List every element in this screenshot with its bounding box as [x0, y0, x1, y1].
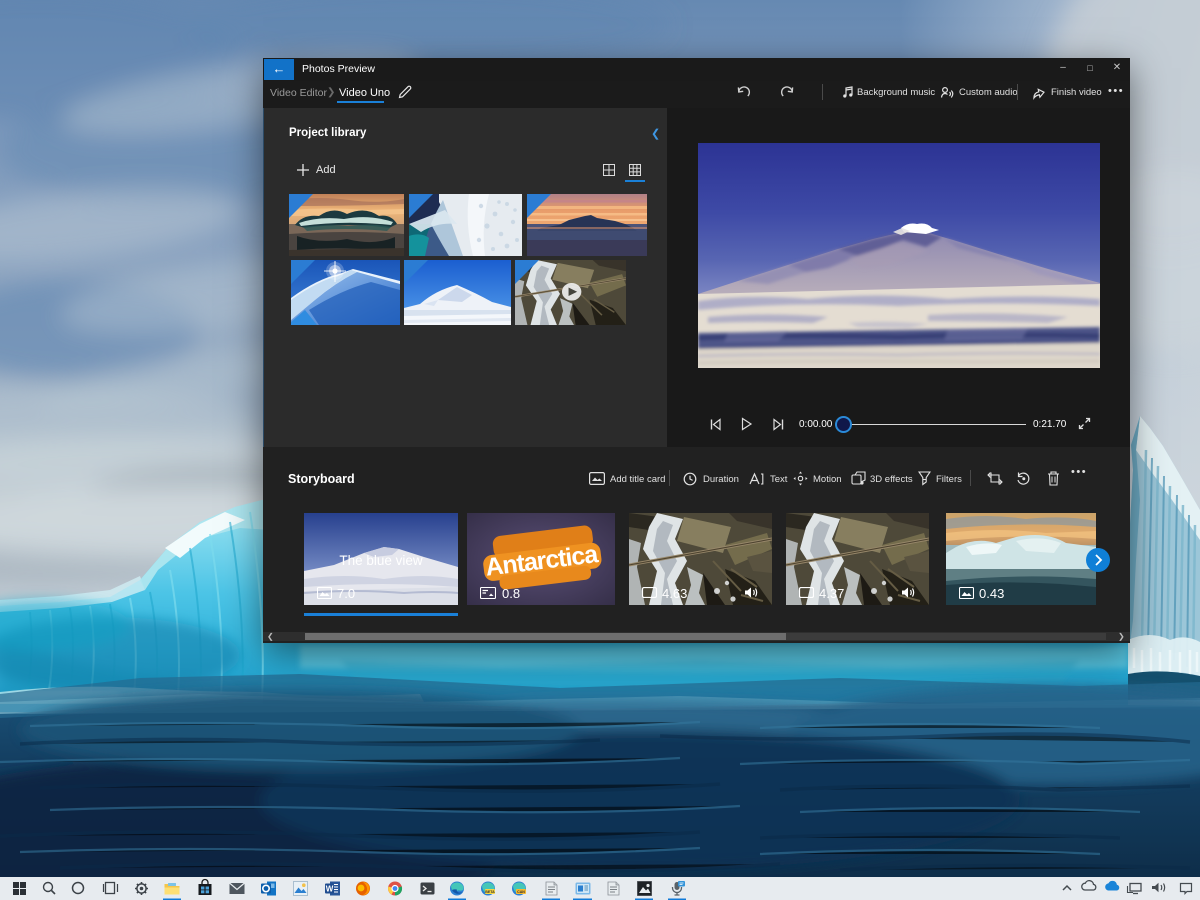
- svg-text:BETA: BETA: [485, 890, 495, 894]
- svg-text:W: W: [326, 885, 334, 894]
- svg-text:CAN: CAN: [517, 890, 525, 894]
